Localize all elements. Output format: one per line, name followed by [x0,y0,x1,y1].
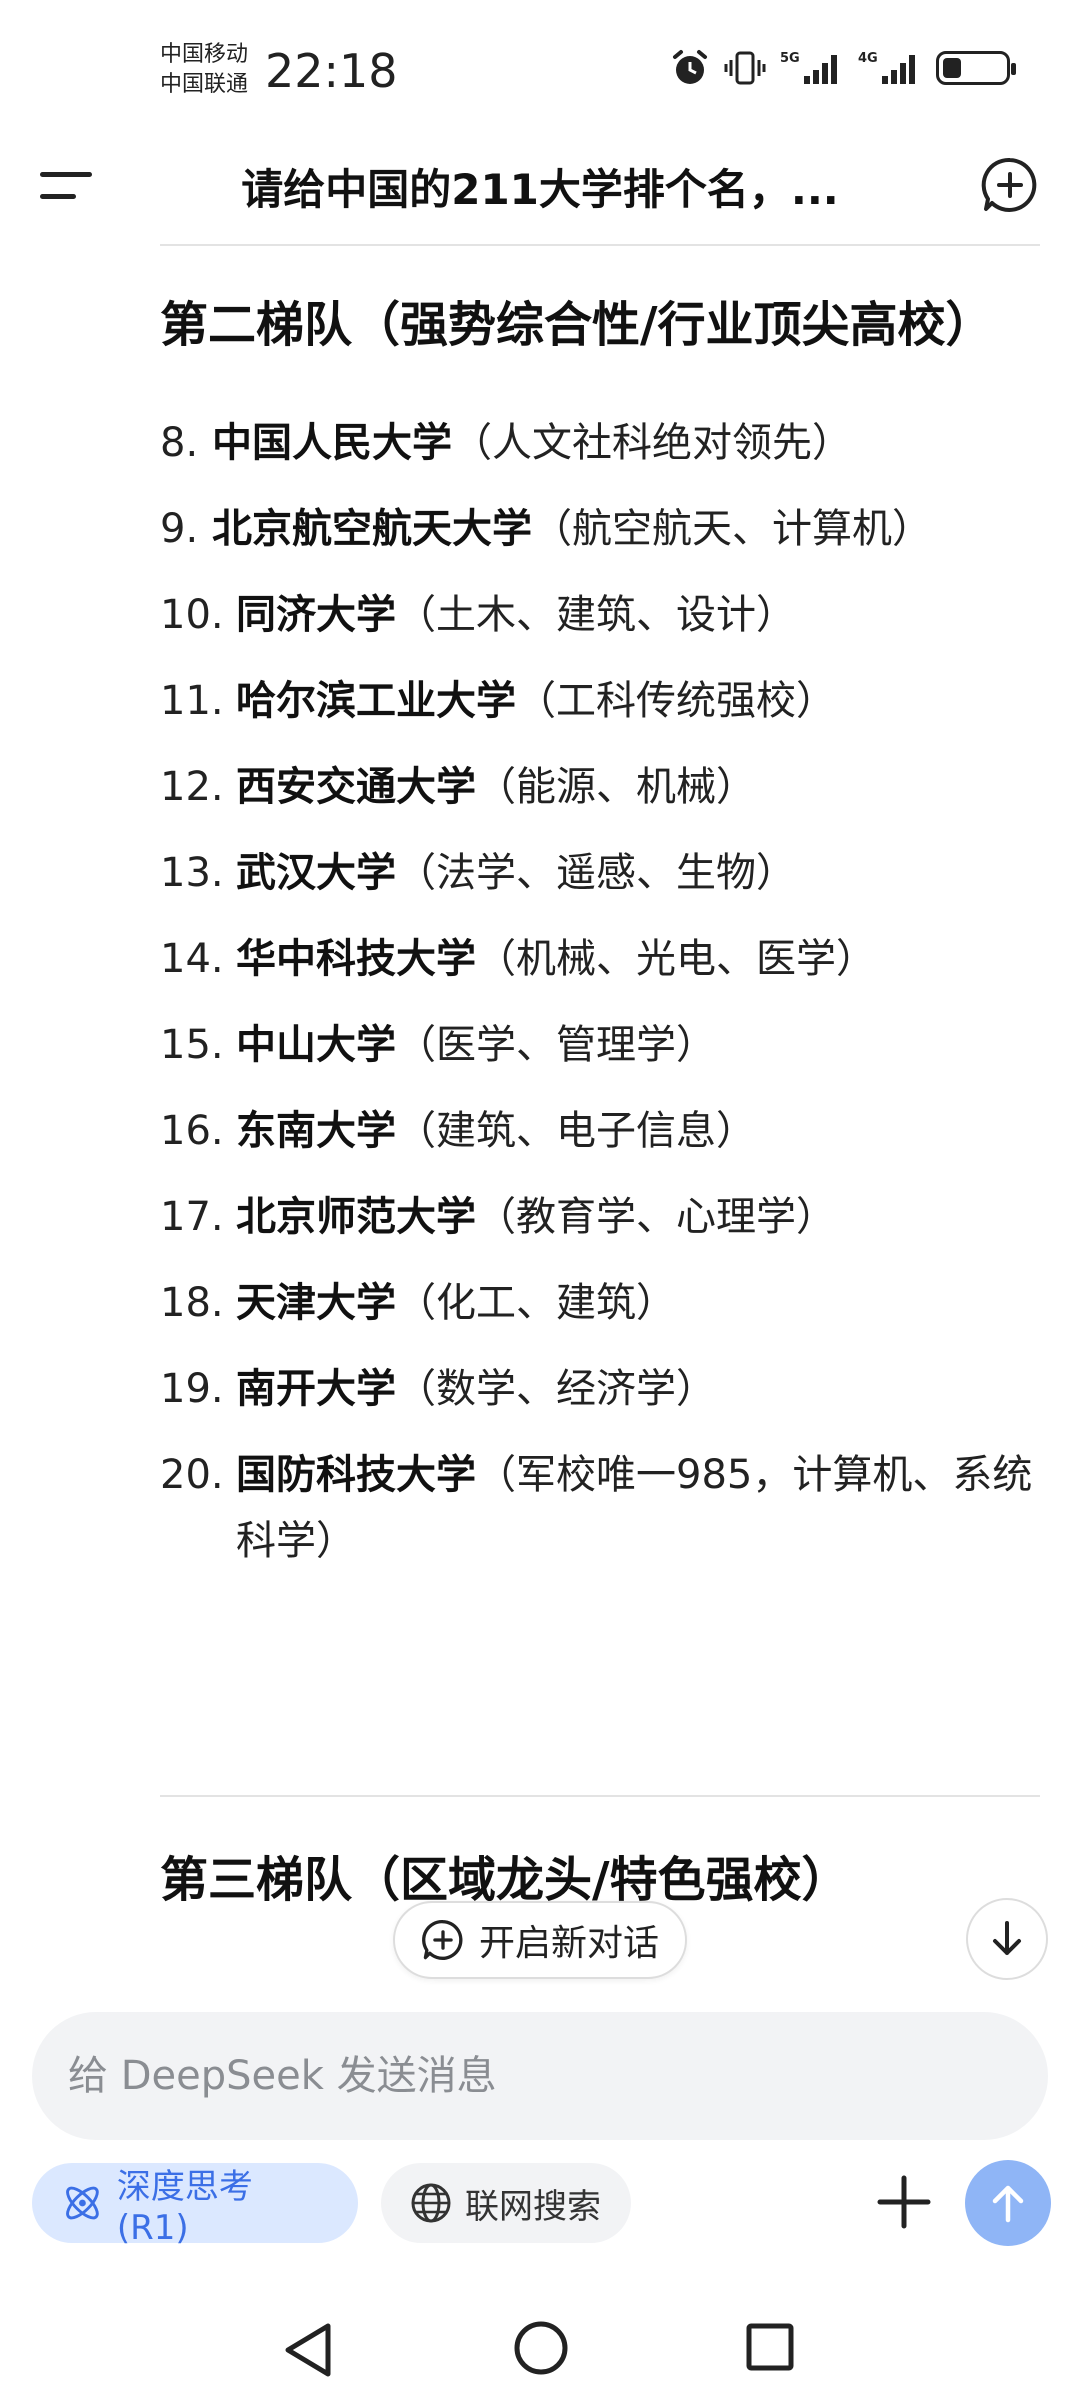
new-chat-icon[interactable] [980,155,1040,215]
arrow-up-icon [992,2185,1024,2223]
university-note: （能源、机械） [476,764,756,810]
carrier-info: 中国移动 中国联通 [160,40,248,100]
university-note: （教育学、心理学） [476,1194,836,1240]
university-name: 同济大学 [236,592,396,638]
new-chat-button[interactable]: 开启新对话 [393,1901,687,1979]
scroll-down-button[interactable] [966,1898,1048,1980]
top-divider [160,244,1040,246]
university-name: 天津大学 [236,1280,396,1326]
university-name: 北京航空航天大学 [212,506,532,552]
ranking-list: 8. 中国人民大学（人文社科绝对领先） 9. 北京航空航天大学（航空航天、计算机… [160,410,1040,1574]
new-chat-label: 开启新对话 [478,1923,659,1964]
new-chat-icon [422,1920,463,1960]
message-input[interactable] [66,2052,1048,2100]
system-nav-bar [0,2300,1080,2400]
section-title-tier3: 第三梯队（区域龙头/特色强校） [160,1852,850,1908]
list-item: 18. 天津大学（化工、建筑） [160,1280,676,1326]
net-4g-label: 4G [858,51,878,66]
menu-button[interactable] [40,166,96,206]
vibrate-icon [724,51,766,85]
section-divider [160,1795,1040,1797]
university-name: 西安交通大学 [236,764,476,810]
message-content: 第二梯队（强势综合性/行业顶尖高校） 8. 中国人民大学（人文社科绝对领先） 9… [160,290,1040,1574]
message-input-box[interactable] [32,2012,1048,2140]
carrier-2: 中国联通 [160,72,249,97]
list-item: 20. 国防科技大学（军校唯一985，计算机、系统科学） [160,1452,1033,1564]
alarm-icon [673,50,707,84]
web-search-label: 联网搜索 [465,2186,601,2227]
university-note: （法学、遥感、生物） [396,850,796,896]
chat-header: 请给中国的211大学排个名，... [0,130,1080,240]
nav-back-icon[interactable] [280,2320,336,2380]
university-name: 华中科技大学 [236,936,476,982]
university-note: （机械、光电、医学） [476,936,876,982]
university-note: （医学、管理学） [396,1022,716,1068]
list-item: 16. 东南大学（建筑、电子信息） [160,1108,756,1154]
list-item: 9. 北京航空航天大学（航空航天、计算机） [160,506,932,552]
globe-icon [411,2183,451,2223]
list-item: 11. 哈尔滨工业大学（工科传统强校） [160,678,836,724]
university-name: 武汉大学 [236,850,396,896]
university-note: （人文社科绝对领先） [452,420,852,466]
university-note: （航空航天、计算机） [532,506,932,552]
university-note: （化工、建筑） [396,1280,676,1326]
arrow-down-icon [993,1921,1021,1955]
carrier-1: 中国移动 [160,42,249,67]
atom-icon [66,2186,99,2220]
status-bar: 中国移动 中国联通 22:18 5G 4G [0,0,1080,130]
net-5g-label: 5G [780,51,800,66]
university-name: 中国人民大学 [212,420,452,466]
university-name: 北京师范大学 [236,1194,476,1240]
list-item: 12. 西安交通大学（能源、机械） [160,764,756,810]
university-name: 哈尔滨工业大学 [236,678,516,724]
university-note: （数学、经济学） [396,1366,716,1412]
university-note: （建筑、电子信息） [396,1108,756,1154]
section-title-tier2: 第二梯队（强势综合性/行业顶尖高校） [160,297,994,353]
university-name: 中山大学 [236,1022,396,1068]
university-name: 国防科技大学 [236,1452,476,1498]
university-name: 南开大学 [236,1366,396,1412]
university-note: （土木、建筑、设计） [396,592,796,638]
deep-think-toggle[interactable]: 深度思考 (R1) [32,2163,358,2248]
nav-home-icon[interactable] [513,2320,569,2376]
list-item: 8. 中国人民大学（人文社科绝对领先） [160,420,852,466]
send-button[interactable] [965,2160,1051,2246]
list-item: 10. 同济大学（土木、建筑、设计） [160,592,796,638]
signal-4g-icon: 4G [858,51,915,84]
university-name: 东南大学 [236,1108,396,1154]
deep-think-label: 深度思考 (R1) [116,2166,253,2248]
status-time: 22:18 [265,44,398,98]
battery-icon [936,51,1016,85]
list-item: 19. 南开大学（数学、经济学） [160,1366,716,1412]
university-note: （工科传统强校） [516,678,836,724]
nav-recent-apps-icon[interactable] [745,2322,795,2372]
status-icons: 5G 4G [670,48,1016,88]
plus-icon[interactable] [872,2170,936,2234]
web-search-toggle[interactable]: 联网搜索 [381,2163,631,2243]
list-item: 15. 中山大学（医学、管理学） [160,1022,716,1068]
chat-title[interactable]: 请给中国的211大学排个名，... [160,156,920,217]
signal-5g-icon: 5G [780,51,837,84]
list-item: 13. 武汉大学（法学、遥感、生物） [160,850,796,896]
list-item: 14. 华中科技大学（机械、光电、医学） [160,936,876,982]
list-item: 17. 北京师范大学（教育学、心理学） [160,1194,836,1240]
